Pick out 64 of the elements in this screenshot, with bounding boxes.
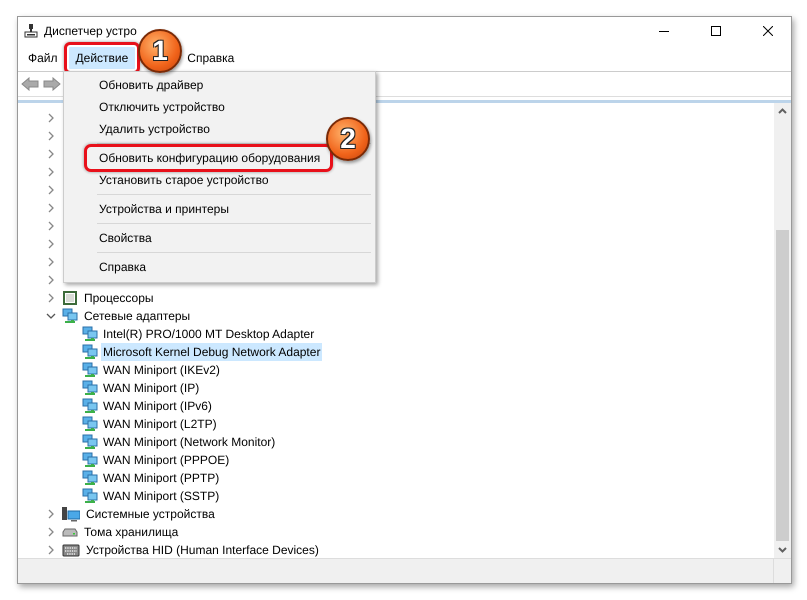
menu-item[interactable]: Отключить устройство [98,96,226,118]
expand-chevron-icon[interactable] [46,131,56,141]
step-number-badge: 1 [138,29,182,73]
forward-arrow-icon[interactable] [43,77,61,91]
network-adapter-icon [82,380,98,396]
network-adapter-icon [62,308,78,324]
network-adapter-icon [82,326,98,342]
menu-item[interactable]: Файл [20,47,66,69]
expand-chevron-icon[interactable] [46,239,56,249]
tree-item[interactable]: WAN Miniport (IPv6) [101,397,214,415]
tree-item[interactable]: Тома хранилища [82,523,180,541]
expand-chevron-icon[interactable] [46,545,56,555]
menu-item[interactable]: Справка [182,47,242,69]
chip-icon [62,290,78,306]
tree-item[interactable]: Процессоры [82,289,156,307]
back-arrow-icon[interactable] [21,77,39,91]
network-adapter-icon [82,470,98,486]
menu-item[interactable]: Обновить конфигурацию оборудования [84,144,334,172]
expand-chevron-icon[interactable] [46,527,56,537]
tree-item[interactable]: Intel(R) PRO/1000 MT Desktop Adapter [101,325,316,343]
expand-chevron-icon[interactable] [46,185,56,195]
scrollbar[interactable] [774,103,791,558]
menu-item[interactable]: Обновить драйвер [98,74,204,96]
scrollbar-thumb[interactable] [776,230,789,541]
tree-item[interactable]: WAN Miniport (IP) [101,379,202,397]
menu-item[interactable]: Удалить устройство [98,118,211,140]
device-manager-icon [24,24,38,38]
tree-item[interactable]: Устройства HID (Human Interface Devices) [84,541,321,558]
computer-icon [62,506,80,522]
network-adapter-icon [82,488,98,504]
tree-item[interactable]: Microsoft Kernel Debug Network Adapter [101,343,322,361]
tree-item[interactable]: Системные устройства [84,505,217,523]
expand-chevron-icon[interactable] [46,203,56,213]
tree-item[interactable]: WAN Miniport (PPPOE) [101,451,232,469]
network-adapter-icon [82,344,98,360]
close-icon [763,26,773,36]
menu-item[interactable]: Установить старое устройство [98,169,270,191]
network-adapter-icon [82,434,98,450]
expand-chevron-icon[interactable] [46,149,56,159]
tree-item[interactable]: Сетевые адаптеры [82,307,192,325]
network-adapter-icon [82,452,98,468]
expand-chevron-icon[interactable] [46,113,56,123]
expand-chevron-icon[interactable] [46,293,56,303]
tree-item[interactable]: WAN Miniport (SSTP) [101,487,222,505]
network-adapter-icon [82,362,98,378]
expand-chevron-icon[interactable] [46,257,56,267]
tree-item[interactable]: WAN Miniport (Network Monitor) [101,433,278,451]
expand-chevron-icon[interactable] [46,275,56,285]
menu-item[interactable]: Справка [98,256,148,278]
network-adapter-icon [82,416,98,432]
menu-item[interactable]: Действие [64,42,140,74]
expand-chevron-icon[interactable] [46,221,56,231]
network-adapter-icon [82,398,98,414]
tree-item[interactable]: WAN Miniport (PPTP) [101,469,222,487]
keyboard-icon [62,542,80,558]
maximize-icon [711,26,721,36]
tree-item[interactable]: WAN Miniport (IKEv2) [101,361,222,379]
expand-chevron-icon[interactable] [46,167,56,177]
expand-chevron-icon[interactable] [46,509,56,519]
menu-item[interactable]: Свойства [98,227,153,249]
collapse-chevron-icon[interactable] [46,311,56,321]
tree-item[interactable]: WAN Miniport (L2TP) [101,415,219,433]
menu-item[interactable]: Устройства и принтеры [98,198,230,220]
window-title: Диспетчер устро [44,24,138,38]
